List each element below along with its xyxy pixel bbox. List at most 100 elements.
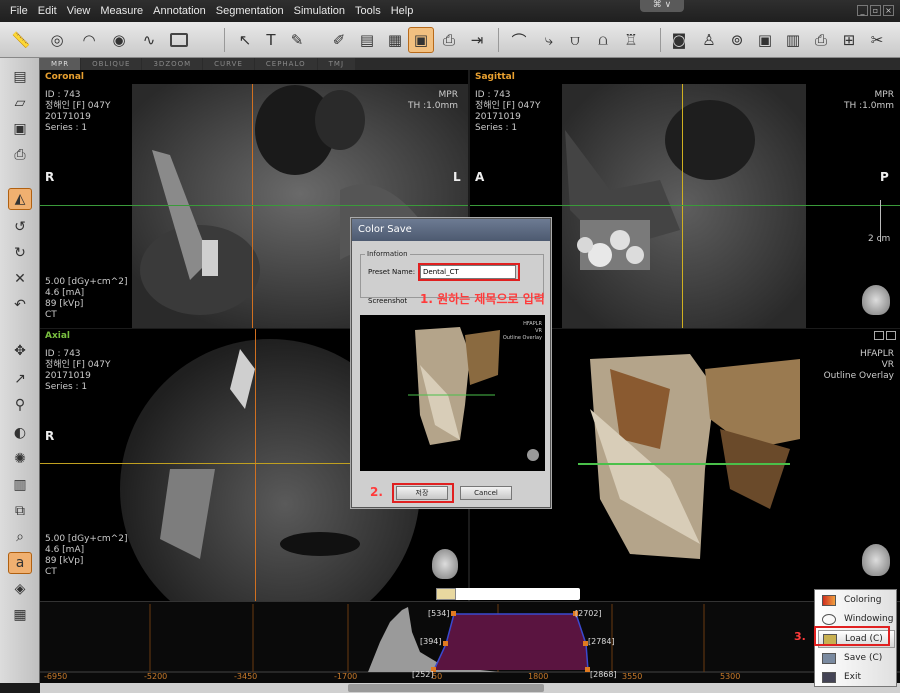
stack-icon[interactable]: ▥ bbox=[780, 27, 806, 53]
open-db-icon[interactable]: ▤ bbox=[8, 66, 32, 88]
printer-icon[interactable]: ⎙ bbox=[8, 144, 32, 166]
gradient-icon[interactable]: ▥ bbox=[8, 474, 32, 496]
menu-file[interactable]: File bbox=[0, 0, 33, 22]
x-tick: 1800 bbox=[528, 672, 549, 681]
tools-icon[interactable]: ✂ bbox=[864, 27, 890, 53]
capture-icon[interactable]: ⎙ bbox=[436, 27, 462, 53]
coronal-vertical-crosshair[interactable] bbox=[252, 84, 253, 328]
top-dropdown-tab[interactable]: ⌘ ∨ bbox=[640, 0, 684, 12]
tab-curve[interactable]: CURVE bbox=[203, 58, 254, 70]
histogram-panel[interactable]: [534] [2702] [394] [2784] [252] [2868] -… bbox=[40, 588, 900, 684]
user-icon[interactable]: ♙ bbox=[696, 27, 722, 53]
menu-item-exit[interactable]: Exit bbox=[818, 668, 895, 686]
settings-circle-icon[interactable]: ⊚ bbox=[724, 27, 750, 53]
layout-icon[interactable] bbox=[166, 27, 192, 53]
waveform-icon[interactable]: ∿ bbox=[136, 27, 162, 53]
edit-icon[interactable]: ✐ bbox=[326, 27, 352, 53]
vr-viewport-controls bbox=[874, 331, 896, 340]
measure-line-icon[interactable]: ↗ bbox=[8, 368, 32, 390]
transfer-point[interactable] bbox=[451, 611, 456, 616]
tab-oblique[interactable]: OBLIQUE bbox=[81, 58, 142, 70]
layers-icon[interactable]: ⧉ bbox=[8, 500, 32, 522]
menu-measure[interactable]: Measure bbox=[95, 0, 148, 22]
menu-edit[interactable]: Edit bbox=[33, 0, 62, 22]
brightness-icon[interactable]: ✺ bbox=[8, 448, 32, 470]
scale-label: 2 cm bbox=[868, 234, 891, 244]
undo-icon[interactable]: ↶ bbox=[8, 294, 32, 316]
sagittal-vertical-crosshair[interactable] bbox=[682, 84, 683, 328]
menu-item-coloring[interactable]: Coloring bbox=[818, 591, 895, 609]
nerve-icon[interactable]: ⤷ bbox=[536, 27, 562, 53]
color-tool-icon[interactable]: ▣ bbox=[408, 27, 434, 53]
checker-icon[interactable]: ▦ bbox=[8, 604, 32, 626]
rotate-left-icon[interactable]: ↺ bbox=[8, 216, 32, 238]
color-bar[interactable] bbox=[440, 588, 580, 600]
layout-grid-icon[interactable] bbox=[874, 331, 884, 340]
voltage-value: 89 [kVp] bbox=[45, 556, 84, 566]
sagittal-title: Sagittal bbox=[475, 72, 515, 82]
head-orientation-icon[interactable] bbox=[432, 549, 458, 579]
coronal-horizontal-crosshair[interactable] bbox=[40, 205, 468, 206]
contrast-icon[interactable]: ◐ bbox=[8, 422, 32, 444]
folder-icon[interactable]: ▱ bbox=[8, 92, 32, 114]
menu-segmentation[interactable]: Segmentation bbox=[211, 0, 289, 22]
ruler-icon[interactable]: 📏 bbox=[8, 27, 34, 53]
move-icon[interactable]: ✥ bbox=[8, 340, 32, 362]
curve-icon[interactable]: ⌒ bbox=[506, 27, 532, 53]
orientation-icon[interactable]: ◭ bbox=[8, 188, 32, 210]
tab-3dzoom[interactable]: 3DZOOM bbox=[142, 58, 203, 70]
teeth-mm-icon[interactable]: ⩍ bbox=[590, 27, 616, 53]
point-label: [2868] bbox=[590, 670, 617, 679]
magnify-icon[interactable]: ⌕ bbox=[8, 526, 32, 548]
save-icon[interactable]: ▣ bbox=[752, 27, 778, 53]
text-tool-icon[interactable]: T bbox=[258, 27, 284, 53]
axial-vertical-crosshair[interactable] bbox=[255, 329, 256, 601]
document-icon[interactable]: ▤ bbox=[354, 27, 380, 53]
print-icon[interactable]: ⎙ bbox=[808, 27, 834, 53]
minimize-icon[interactable]: _ bbox=[857, 5, 868, 16]
pen-tool-icon[interactable]: ✎ bbox=[284, 27, 310, 53]
preview-orientation: HFAPLR bbox=[523, 321, 542, 327]
cube-icon[interactable]: ◈ bbox=[8, 578, 32, 600]
pointer-icon[interactable]: ↖ bbox=[232, 27, 258, 53]
maximize-icon[interactable] bbox=[886, 331, 896, 340]
head-orientation-icon[interactable] bbox=[862, 285, 890, 315]
restore-icon[interactable]: ▫ bbox=[870, 5, 881, 16]
annotation-text-icon[interactable]: a bbox=[8, 552, 32, 574]
tab-cephalo[interactable]: CEPHALO bbox=[254, 58, 317, 70]
menu-annotation[interactable]: Annotation bbox=[148, 0, 211, 22]
export-icon[interactable]: ⇥ bbox=[464, 27, 490, 53]
camera-icon[interactable]: ◙ bbox=[666, 27, 692, 53]
implant-icon[interactable]: ♖ bbox=[618, 27, 644, 53]
image-icon[interactable]: ▦ bbox=[382, 27, 408, 53]
teeth-icon[interactable]: ⩌ bbox=[562, 27, 588, 53]
menu-simulation[interactable]: Simulation bbox=[289, 0, 350, 22]
color-bar-handle[interactable] bbox=[436, 588, 456, 600]
transfer-point[interactable] bbox=[443, 641, 448, 646]
sagittal-horizontal-crosshair[interactable] bbox=[470, 205, 900, 206]
menu-tools[interactable]: Tools bbox=[350, 0, 386, 22]
arch-view-icon[interactable]: ◠ bbox=[76, 27, 102, 53]
menu-item-save[interactable]: Save (C) bbox=[818, 649, 895, 667]
tab-tmj[interactable]: TMJ bbox=[317, 58, 356, 70]
histogram-plot[interactable] bbox=[40, 602, 900, 684]
rotate-right-icon[interactable]: ↻ bbox=[8, 242, 32, 264]
horizontal-scrollbar[interactable] bbox=[40, 683, 900, 693]
menu-view[interactable]: View bbox=[62, 0, 96, 22]
zoom-icon[interactable]: ⚲ bbox=[8, 394, 32, 416]
cancel-button[interactable]: Cancel bbox=[460, 486, 512, 500]
scrollbar-thumb[interactable] bbox=[348, 684, 544, 692]
pan-view-icon[interactable]: ◎ bbox=[44, 27, 70, 53]
grid-icon[interactable]: ⊞ bbox=[836, 27, 862, 53]
save-disk-icon[interactable]: ▣ bbox=[8, 118, 32, 140]
patient-id: ID : 743 bbox=[45, 349, 81, 359]
menu-help[interactable]: Help bbox=[386, 0, 419, 22]
delete-icon[interactable]: ✕ bbox=[8, 268, 32, 290]
head-orientation-icon[interactable] bbox=[862, 544, 890, 576]
menu-item-label: Coloring bbox=[844, 595, 882, 605]
3d-view-icon[interactable]: ◉ bbox=[106, 27, 132, 53]
sagittal-dir-right: P bbox=[880, 170, 889, 184]
tab-mpr[interactable]: MPR bbox=[40, 58, 81, 70]
close-icon[interactable]: × bbox=[883, 5, 894, 16]
x-tick: -1700 bbox=[334, 672, 358, 681]
